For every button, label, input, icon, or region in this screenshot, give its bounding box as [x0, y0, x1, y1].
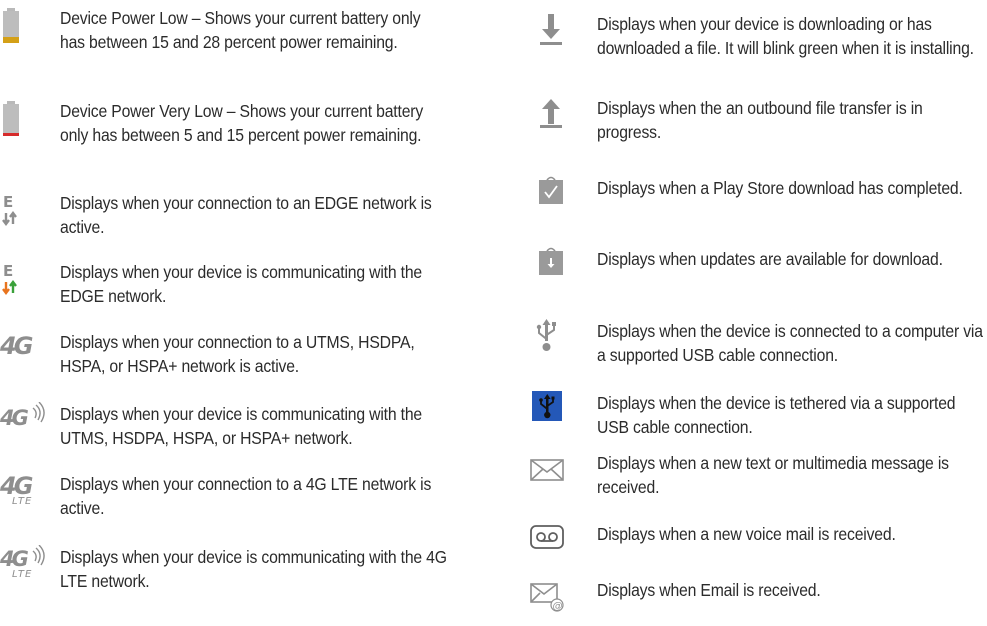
upload-description: Displays when the an outbound file trans…: [597, 98, 923, 142]
list-item: Displays when updates are available for …: [530, 247, 987, 297]
new-message-icon: [530, 451, 590, 499]
battery-very-low-icon: [0, 99, 60, 147]
new-message-description: Displays when a new text or multimedia m…: [597, 453, 949, 497]
list-item: Displays when the device is connected to…: [530, 319, 987, 369]
list-item: 4G Displays when your connection to a UT…: [0, 330, 470, 380]
email-icon: @: [530, 578, 590, 626]
upload-icon: [530, 96, 590, 144]
list-item: Displays when a new voice mail is receiv…: [530, 522, 987, 562]
list-item: @ Displays when Email is received.: [530, 578, 987, 616]
updates-available-icon: [530, 247, 590, 295]
4g-label: 4G: [0, 332, 33, 360]
list-item: Device Power Very Low – Shows your curre…: [0, 99, 470, 169]
battery-low-icon: [0, 6, 60, 54]
edge-active-description: Displays when your connection to an EDGE…: [60, 193, 432, 237]
voicemail-icon: [530, 522, 590, 570]
svg-text:@: @: [553, 601, 563, 612]
list-item: 4G LTE Displays when your connection to …: [0, 472, 470, 522]
4g-lte-communicating-icon: 4G LTE: [0, 545, 60, 593]
list-item: E Displays when your device is communica…: [0, 260, 470, 310]
lte-label: LTE: [12, 496, 33, 507]
battery-very-low-description: Device Power Very Low – Shows your curre…: [60, 101, 424, 145]
4g-lte-network-icon: 4G LTE: [0, 472, 60, 520]
download-icon: [530, 12, 590, 60]
4g-communicating-icon: 4G: [0, 402, 60, 450]
list-item: Displays when your device is downloading…: [530, 12, 987, 82]
voicemail-description: Displays when a new voice mail is receiv…: [597, 524, 896, 544]
edge-communicating-description: Displays when your device is communicati…: [60, 262, 422, 306]
4g-lte-active-description: Displays when your connection to a 4G LT…: [60, 474, 432, 518]
usb-connected-description: Displays when the device is connected to…: [597, 321, 983, 365]
play-store-complete-description: Displays when a Play Store download has …: [597, 178, 963, 198]
battery-low-description: Device Power Low – Shows your current ba…: [60, 8, 421, 52]
play-store-complete-icon: [530, 176, 590, 224]
edge-network-icon: E: [0, 191, 60, 239]
download-description: Displays when your device is downloading…: [597, 14, 974, 58]
list-item: Displays when a Play Store download has …: [530, 176, 987, 226]
usb-tethered-icon: [530, 391, 590, 439]
list-item: Displays when the device is tethered via…: [530, 391, 987, 441]
list-item: 4G LTE Displays when your device is comm…: [0, 545, 470, 595]
4g-active-description: Displays when your connection to a UTMS,…: [60, 332, 415, 376]
edge-letter: E: [3, 262, 13, 280]
updates-available-description: Displays when updates are available for …: [597, 249, 943, 269]
4g-lte-communicating-description: Displays when your device is communicati…: [60, 547, 447, 591]
list-item: E Displays when your connection to an ED…: [0, 191, 470, 241]
4g-communicating-description: Displays when your device is communicati…: [60, 404, 422, 448]
edge-letter: E: [3, 193, 13, 211]
edge-communicating-icon: E: [0, 260, 60, 308]
email-description: Displays when Email is received.: [597, 580, 821, 600]
list-item: Displays when a new text or multimedia m…: [530, 451, 987, 501]
4g-network-icon: 4G: [0, 330, 60, 378]
list-item: Displays when the an outbound file trans…: [530, 96, 987, 146]
list-item: 4G Displays when your device is communic…: [0, 402, 470, 452]
usb-tethered-description: Displays when the device is tethered via…: [597, 393, 956, 437]
list-item: Device Power Low – Shows your current ba…: [0, 6, 470, 76]
usb-connected-icon: [530, 319, 590, 367]
